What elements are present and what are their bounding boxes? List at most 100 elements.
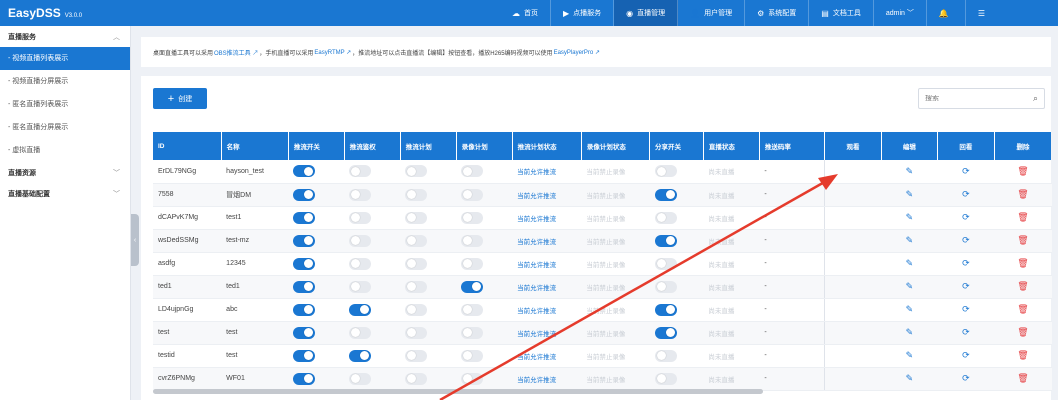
auth-toggle[interactable] <box>349 372 372 385</box>
auth-toggle[interactable] <box>349 280 372 293</box>
easyrtmp-link[interactable]: EasyRTMP ↗ <box>314 49 351 56</box>
trash-icon[interactable]: 🗑 <box>1017 350 1028 361</box>
edit-icon[interactable]: ✎ <box>906 304 914 315</box>
push-toggle[interactable] <box>293 303 316 316</box>
sidebar-collapse-handle[interactable]: ‹ <box>131 214 139 266</box>
edit-icon[interactable]: ✎ <box>906 258 914 269</box>
column-header[interactable]: 推流计划 <box>400 132 457 160</box>
sidebar-item-1[interactable]: - 视频直播分屏展示 <box>0 70 130 93</box>
record-plan-toggle[interactable] <box>461 188 484 201</box>
create-button[interactable]: + 创建 <box>153 88 207 109</box>
record-plan-toggle[interactable] <box>461 165 484 178</box>
column-header[interactable]: 录像计划状态 <box>581 132 651 160</box>
edit-icon[interactable]: ✎ <box>906 327 914 338</box>
push-toggle[interactable] <box>293 165 316 178</box>
push-toggle[interactable] <box>293 349 316 362</box>
push-toggle[interactable] <box>293 326 316 339</box>
nav-item-8[interactable]: ☰ <box>966 0 1001 26</box>
trash-icon[interactable]: 🗑 <box>1017 327 1028 338</box>
push-plan-toggle[interactable] <box>405 372 428 385</box>
share-toggle[interactable] <box>654 188 677 201</box>
nav-item-4[interactable]: ⚙ 系统配置 <box>745 0 810 26</box>
push-plan-toggle[interactable] <box>405 303 428 316</box>
replay-icon[interactable]: ⟳ <box>962 166 970 177</box>
push-toggle[interactable] <box>293 188 316 201</box>
trash-icon[interactable]: 🗑 <box>1017 235 1028 246</box>
edit-icon[interactable]: ✎ <box>906 189 914 200</box>
column-header[interactable]: 删除 <box>994 132 1053 160</box>
replay-icon[interactable]: ⟳ <box>962 235 970 246</box>
trash-icon[interactable]: 🗑 <box>1017 258 1028 269</box>
auth-toggle[interactable] <box>349 349 372 362</box>
record-plan-toggle[interactable] <box>461 326 484 339</box>
nav-item-7[interactable]: 🔔 <box>927 0 966 26</box>
nav-item-1[interactable]: ▶ 点播服务 <box>551 0 615 26</box>
nav-item-3[interactable]: 👤 用户管理 <box>678 0 746 26</box>
trash-icon[interactable]: 🗑 <box>1017 166 1028 177</box>
share-toggle[interactable] <box>654 326 677 339</box>
column-header[interactable]: 推流鉴权 <box>344 132 401 160</box>
column-header[interactable]: 推送码率 <box>759 132 825 160</box>
edit-icon[interactable]: ✎ <box>906 281 914 292</box>
push-toggle[interactable] <box>293 211 316 224</box>
replay-icon[interactable]: ⟳ <box>962 327 970 338</box>
column-header[interactable]: 回看 <box>937 132 995 160</box>
auth-toggle[interactable] <box>349 165 372 178</box>
sidebar-item-2[interactable]: - 匿名直播列表展示 <box>0 93 130 116</box>
column-header[interactable]: 编辑 <box>881 132 938 160</box>
push-plan-toggle[interactable] <box>405 280 428 293</box>
app-logo[interactable]: EasyDSS V3.0.0 <box>0 6 200 20</box>
record-plan-toggle[interactable] <box>461 234 484 247</box>
record-plan-toggle[interactable] <box>461 349 484 362</box>
auth-toggle[interactable] <box>349 257 372 270</box>
replay-icon[interactable]: ⟳ <box>962 189 970 200</box>
search-input[interactable] <box>925 95 1025 102</box>
horizontal-scrollbar[interactable] <box>153 389 763 394</box>
auth-toggle[interactable] <box>349 234 372 247</box>
column-header[interactable]: 推流开关 <box>288 132 345 160</box>
record-plan-toggle[interactable] <box>461 280 484 293</box>
trash-icon[interactable]: 🗑 <box>1017 212 1028 223</box>
edit-icon[interactable]: ✎ <box>906 166 914 177</box>
auth-toggle[interactable] <box>349 188 372 201</box>
share-toggle[interactable] <box>654 234 677 247</box>
auth-toggle[interactable] <box>349 326 372 339</box>
sidebar-item-4[interactable]: - 虚拟直播 <box>0 139 130 162</box>
search-icon[interactable]: ⌕ <box>1033 93 1038 104</box>
share-toggle[interactable] <box>654 165 677 178</box>
push-toggle[interactable] <box>293 234 316 247</box>
share-toggle[interactable] <box>654 211 677 224</box>
push-plan-toggle[interactable] <box>405 326 428 339</box>
share-toggle[interactable] <box>654 372 677 385</box>
share-toggle[interactable] <box>654 257 677 270</box>
push-plan-toggle[interactable] <box>405 257 428 270</box>
push-plan-toggle[interactable] <box>405 211 428 224</box>
push-plan-toggle[interactable] <box>405 234 428 247</box>
replay-icon[interactable]: ⟳ <box>962 304 970 315</box>
nav-item-6[interactable]: admin ﹀ <box>874 0 927 26</box>
nav-item-5[interactable]: ▤ 文档工具 <box>809 0 874 26</box>
auth-toggle[interactable] <box>349 303 372 316</box>
sidebar-group-live-config[interactable]: 直播基础配置 ﹀ <box>0 183 130 204</box>
replay-icon[interactable]: ⟳ <box>962 258 970 269</box>
column-header[interactable]: 直播状态 <box>703 132 760 160</box>
trash-icon[interactable]: 🗑 <box>1017 373 1028 384</box>
push-toggle[interactable] <box>293 372 316 385</box>
nav-item-0[interactable]: ☁ 首页 <box>500 0 551 26</box>
edit-icon[interactable]: ✎ <box>906 235 914 246</box>
share-toggle[interactable] <box>654 280 677 293</box>
sidebar-item-3[interactable]: - 匿名直播分屏展示 <box>0 116 130 139</box>
column-header[interactable]: 推流计划状态 <box>512 132 582 160</box>
record-plan-toggle[interactable] <box>461 257 484 270</box>
column-header[interactable]: 录像计划 <box>456 132 513 160</box>
push-plan-toggle[interactable] <box>405 188 428 201</box>
edit-icon[interactable]: ✎ <box>906 350 914 361</box>
share-toggle[interactable] <box>654 349 677 362</box>
push-plan-toggle[interactable] <box>405 165 428 178</box>
trash-icon[interactable]: 🗑 <box>1017 281 1028 292</box>
replay-icon[interactable]: ⟳ <box>962 373 970 384</box>
sidebar-group-live-service[interactable]: 直播服务 ︿ <box>0 26 130 47</box>
column-header[interactable]: 观看 <box>823 132 882 160</box>
auth-toggle[interactable] <box>349 211 372 224</box>
column-header[interactable]: ID <box>153 132 222 160</box>
